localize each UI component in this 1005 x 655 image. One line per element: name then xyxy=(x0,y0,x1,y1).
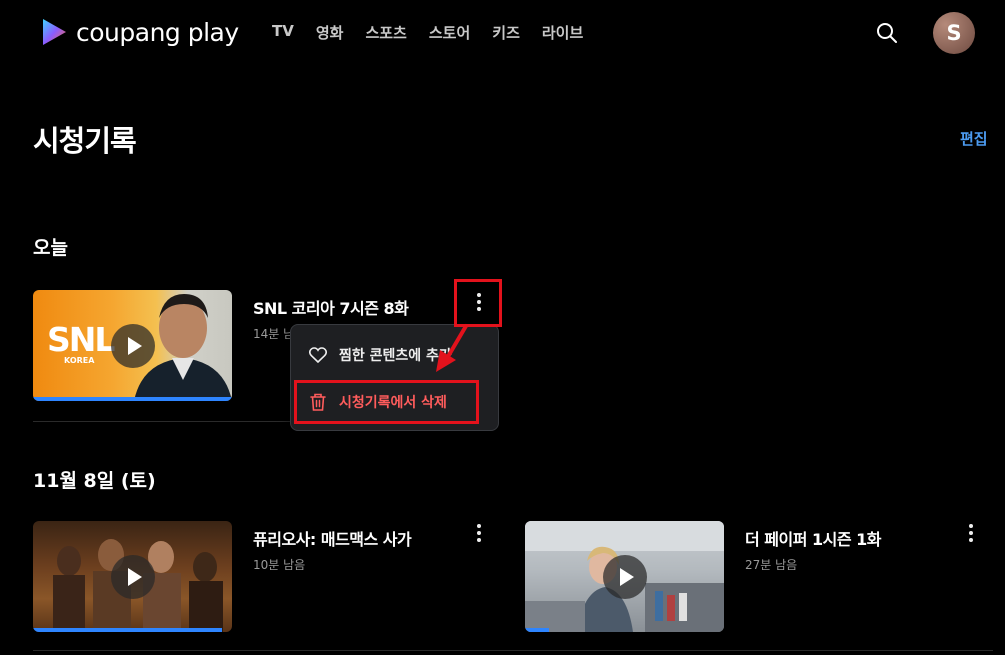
thumbnail-snl-text: SNL xyxy=(47,320,115,359)
profile-avatar[interactable]: S xyxy=(933,12,975,54)
more-dot xyxy=(969,524,973,528)
play-logo-icon xyxy=(43,19,66,45)
section-title-today: 오늘 xyxy=(33,237,68,259)
play-icon[interactable] xyxy=(603,555,647,599)
progress-bar xyxy=(33,628,223,632)
history-item-the-paper[interactable]: 더 페이퍼 1시즌 1화 27분 남음 xyxy=(525,521,995,633)
top-header: coupang play TV 영화 스포츠 스토어 키즈 라이브 S xyxy=(0,0,1005,66)
nav-item-store[interactable]: 스토어 xyxy=(429,22,470,43)
progress-bar xyxy=(525,628,549,632)
page-title: 시청기록 xyxy=(33,124,137,158)
play-icon[interactable] xyxy=(111,324,155,368)
thumbnail-snl-subtext: KOREA xyxy=(64,356,95,365)
more-dot xyxy=(969,538,973,542)
thumbnail-furiosa[interactable] xyxy=(33,521,232,632)
nav-item-movies[interactable]: 영화 xyxy=(316,22,344,43)
play-icon[interactable] xyxy=(111,555,155,599)
item-title[interactable]: SNL 코리아 7시즌 8화 xyxy=(253,295,409,319)
thumbnail-snl[interactable]: SNL KOREA xyxy=(33,290,232,401)
more-options-button[interactable] xyxy=(959,518,983,548)
coupang-play-logo[interactable]: coupang play xyxy=(40,16,239,48)
item-remaining-time: 27분 남음 xyxy=(745,558,798,572)
annotation-highlight-delete-item xyxy=(294,380,479,424)
avatar-initial: S xyxy=(946,21,962,45)
progress-bar xyxy=(33,397,232,401)
thumbnail-the-paper[interactable] xyxy=(525,521,724,632)
main-nav: TV 영화 스포츠 스토어 키즈 라이브 xyxy=(272,22,605,43)
more-dot xyxy=(969,531,973,535)
more-dot xyxy=(477,531,481,535)
section-title-nov8: 11월 8일 (토) xyxy=(33,470,156,492)
more-dot xyxy=(477,524,481,528)
item-title[interactable]: 더 페이퍼 1시즌 1화 xyxy=(745,526,882,550)
item-remaining-time: 10분 남음 xyxy=(253,558,306,572)
logo-text: coupang play xyxy=(76,17,239,47)
nav-item-sports[interactable]: 스포츠 xyxy=(365,22,406,43)
history-item-furiosa[interactable]: 퓨리오사: 매드맥스 사가 10분 남음 xyxy=(33,521,503,633)
nav-item-live[interactable]: 라이브 xyxy=(542,22,583,43)
edit-button[interactable]: 편집 xyxy=(960,128,988,149)
nav-item-kids[interactable]: 키즈 xyxy=(492,22,520,43)
annotation-arrow-icon xyxy=(436,324,468,372)
item-title[interactable]: 퓨리오사: 매드맥스 사가 xyxy=(253,526,412,550)
nav-item-tv[interactable]: TV xyxy=(272,22,294,43)
more-dot xyxy=(477,538,481,542)
search-icon[interactable] xyxy=(876,22,898,44)
more-options-button[interactable] xyxy=(467,518,491,548)
section-divider xyxy=(33,650,993,651)
heart-icon xyxy=(309,347,327,363)
